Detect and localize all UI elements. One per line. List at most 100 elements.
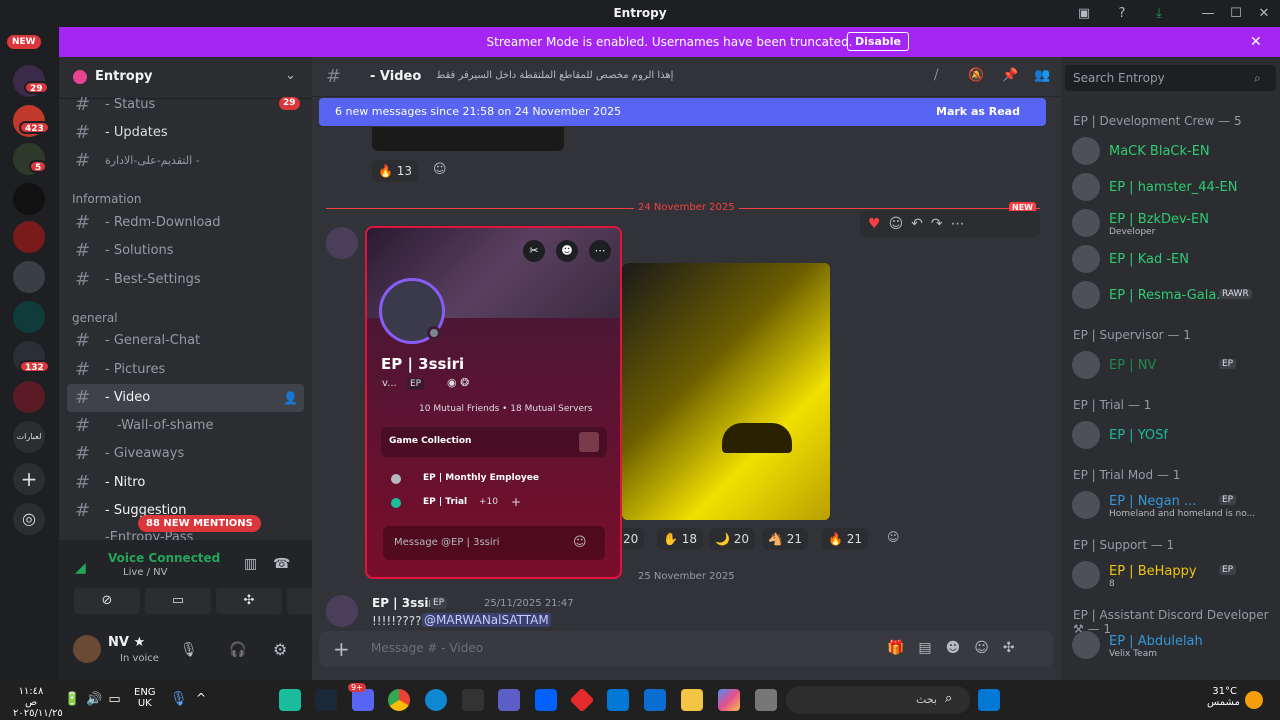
close-icon[interactable]: ✕ bbox=[1250, 34, 1262, 50]
video-thumbnail[interactable] bbox=[622, 263, 830, 520]
inbox-icon[interactable]: ▣ bbox=[1075, 5, 1093, 23]
store-icon[interactable] bbox=[644, 689, 666, 711]
add-reaction-icon[interactable]: ☺ bbox=[887, 530, 900, 544]
settings-icon[interactable]: ⚙ bbox=[273, 640, 287, 659]
message-input[interactable]: Message # - Video bbox=[371, 641, 483, 655]
category-information[interactable]: Information bbox=[72, 192, 141, 206]
teams-icon[interactable] bbox=[498, 689, 520, 711]
channel-nitro[interactable]: # - Nitro bbox=[67, 469, 304, 497]
member-list-icon[interactable]: 👥 bbox=[1034, 68, 1050, 83]
badges[interactable]: ◉ ❂ bbox=[447, 376, 469, 389]
copilot-icon[interactable] bbox=[718, 689, 740, 711]
mutuals[interactable]: 10 Mutual Friends • 18 Mutual Servers bbox=[419, 404, 592, 414]
friend-icon[interactable]: ☻ bbox=[556, 240, 578, 262]
channel-topic[interactable]: إهذا الروم مخصص للمقاطع الملتقطة داخل ال… bbox=[436, 70, 673, 81]
server-icon[interactable] bbox=[13, 183, 45, 215]
channel-pictures[interactable]: # - Pictures bbox=[67, 356, 304, 384]
channel-solutions[interactable]: # - Solutions bbox=[67, 237, 304, 265]
outlook-icon[interactable] bbox=[607, 689, 629, 711]
headphones-icon[interactable]: 🎧 bbox=[229, 642, 246, 658]
language[interactable]: ENG UK bbox=[134, 687, 156, 709]
member-item[interactable]: EP | BeHappy EP 8 bbox=[1069, 558, 1273, 592]
channel-best-settings[interactable]: # - Best-Settings bbox=[67, 266, 304, 294]
channel-video[interactable]: # - Video 👤 bbox=[67, 384, 304, 412]
tray-icons[interactable]: 🔋🔊▭ bbox=[64, 692, 127, 707]
channel-redm-download[interactable]: # - Redm-Download bbox=[67, 209, 304, 237]
add-reaction-icon[interactable]: ☺ bbox=[433, 162, 447, 177]
clock[interactable]: ١١:٤٨ ص ٢٠٢٥/١١/٢٥ bbox=[13, 686, 63, 719]
game-collection[interactable]: Game Collection bbox=[381, 427, 607, 457]
close-window-button[interactable]: ✕ bbox=[1255, 5, 1273, 23]
maximize-button[interactable]: ☐ bbox=[1227, 5, 1245, 23]
edge-icon[interactable] bbox=[425, 689, 447, 711]
member-item[interactable]: EP | NV EP bbox=[1069, 348, 1273, 382]
server-icon[interactable] bbox=[13, 261, 45, 293]
avatar[interactable] bbox=[326, 227, 358, 259]
channel-giveaways[interactable]: # - Giveaways bbox=[67, 440, 304, 468]
member-item[interactable]: EP | Kad -EN bbox=[1069, 242, 1273, 276]
chevron-up-icon[interactable]: ^ bbox=[196, 691, 206, 705]
microphone-icon[interactable]: 🎙 bbox=[170, 691, 188, 707]
activities-button[interactable]: ✣ bbox=[216, 588, 282, 614]
emoji-icon[interactable]: ☺ bbox=[573, 535, 587, 550]
help-icon[interactable]: ? bbox=[1113, 5, 1131, 23]
new-messages-bar[interactable]: 6 new messages since 21:58 on 24 Novembe… bbox=[319, 98, 1046, 126]
member-item[interactable]: EP | YOSf bbox=[1069, 418, 1273, 452]
reaction[interactable]: 🐴 21 bbox=[762, 528, 809, 550]
discover-icon[interactable]: ◎ bbox=[13, 503, 45, 535]
more-icon[interactable]: ⋯ bbox=[589, 240, 611, 262]
message-author[interactable]: EP | 3ssiri bbox=[372, 596, 439, 610]
message-toolbar[interactable]: ♥☺↶↷⋯ bbox=[860, 211, 1040, 237]
avatar[interactable] bbox=[73, 635, 101, 663]
notifications-icon[interactable]: 🔕 bbox=[968, 68, 984, 83]
reaction[interactable]: ✋ 18 bbox=[657, 528, 704, 550]
mark-as-read-button[interactable]: Mark as Read bbox=[936, 98, 1020, 126]
disable-button[interactable]: Disable bbox=[847, 32, 909, 51]
member-item[interactable]: EP | BzkDev-EN Developer bbox=[1069, 206, 1273, 240]
steam-icon[interactable] bbox=[315, 689, 337, 711]
app-icon[interactable] bbox=[279, 689, 301, 711]
channel-apply[interactable]: # التقديم-على-الادارة - bbox=[67, 147, 304, 175]
camera-off-button[interactable]: ⊘ bbox=[74, 588, 140, 614]
weather[interactable]: 31°C مشمس bbox=[1207, 686, 1240, 708]
more-roles[interactable]: +10 bbox=[479, 497, 498, 507]
search-input[interactable]: Search Entropy ⌕ bbox=[1065, 65, 1276, 91]
folder-icon[interactable]: لعبارات bbox=[13, 421, 45, 453]
member-item[interactable]: MaCK BlaCk-EN bbox=[1069, 134, 1273, 168]
app-icon[interactable] bbox=[569, 687, 595, 713]
add-member-icon[interactable]: 👤 bbox=[283, 384, 298, 412]
member-item[interactable]: EP | hamster_44-EN bbox=[1069, 170, 1273, 204]
reaction[interactable]: 🔥 13 bbox=[372, 160, 419, 182]
voice-channel[interactable]: Live / NV bbox=[123, 567, 167, 578]
attachment-image[interactable] bbox=[372, 127, 564, 151]
channel-updates[interactable]: # - Updates bbox=[67, 119, 304, 147]
channel-wall-of-shame[interactable]: # -Wall-of-shame bbox=[67, 412, 304, 440]
composer-icons[interactable]: 🎁▤☻☺✣ bbox=[887, 640, 1029, 656]
discord-icon[interactable] bbox=[352, 689, 374, 711]
member-item[interactable]: EP | Abdulelah Velix Team bbox=[1069, 628, 1273, 662]
remove-friend-icon[interactable]: ✂ bbox=[523, 240, 545, 262]
add-role-icon[interactable]: + bbox=[511, 495, 521, 509]
avatar[interactable] bbox=[326, 595, 358, 627]
minimize-button[interactable]: — bbox=[1199, 5, 1217, 23]
category-general[interactable]: general bbox=[72, 311, 118, 325]
pin-icon[interactable]: 📌 bbox=[1002, 68, 1018, 83]
server-icon[interactable] bbox=[13, 381, 45, 413]
dm-input[interactable]: Message @EP | 3ssiri ☺ bbox=[383, 526, 605, 560]
search-box[interactable]: بحث ⌕ bbox=[786, 686, 970, 714]
noise-icon[interactable]: ▥ bbox=[244, 556, 257, 572]
folder-icon[interactable] bbox=[681, 689, 703, 711]
dropbox-icon[interactable] bbox=[535, 689, 557, 711]
disconnect-icon[interactable]: ☎ bbox=[273, 556, 290, 572]
new-mentions-pill[interactable]: 88 NEW MENTIONS bbox=[138, 515, 261, 532]
app-icon[interactable] bbox=[755, 689, 777, 711]
epic-icon[interactable] bbox=[462, 689, 484, 711]
member-item[interactable]: EP | Negan ... EP Homeland and homeland is… bbox=[1069, 488, 1273, 522]
chrome-icon[interactable] bbox=[388, 689, 410, 711]
windows-icon[interactable] bbox=[978, 689, 1000, 711]
channel-general-chat[interactable]: # - General-Chat bbox=[67, 327, 304, 355]
reaction[interactable]: 🌙 20 bbox=[709, 528, 756, 550]
microphone-icon[interactable]: 🎙 bbox=[180, 642, 198, 658]
add-server-icon[interactable]: + bbox=[13, 463, 45, 495]
server-icon[interactable] bbox=[13, 221, 45, 253]
